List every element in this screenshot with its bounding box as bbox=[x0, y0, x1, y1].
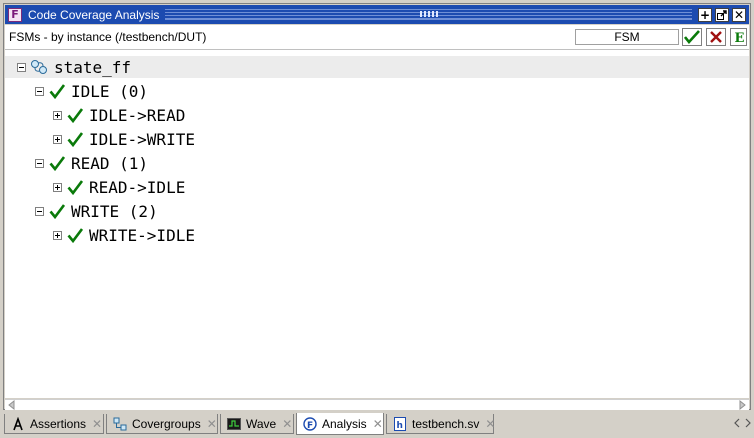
expand-icon[interactable] bbox=[53, 230, 62, 240]
tab-label: Covergroups bbox=[132, 416, 201, 431]
window-title: Code Coverage Analysis bbox=[28, 7, 160, 22]
fsm-state-row[interactable]: IDLE (0) bbox=[35, 80, 148, 102]
fsm-transition-row[interactable]: IDLE->WRITE bbox=[53, 128, 195, 150]
title-bar[interactable]: F Code Coverage Analysis + ✕ bbox=[5, 5, 749, 24]
covered-check-icon bbox=[67, 228, 83, 243]
e-icon: E bbox=[734, 31, 744, 44]
fsm-state-row[interactable]: READ (1) bbox=[35, 152, 148, 174]
covergroups-icon bbox=[113, 417, 127, 430]
collapse-icon[interactable] bbox=[35, 206, 44, 216]
tab-assertions[interactable]: Assertions ✕ bbox=[4, 414, 104, 434]
show-covered-button[interactable] bbox=[682, 28, 702, 46]
fsm-transition-row-label: IDLE->READ bbox=[89, 105, 186, 125]
fsm-transition-row-label: READ->IDLE bbox=[89, 177, 186, 197]
undock-button[interactable] bbox=[715, 7, 729, 22]
covered-check-icon bbox=[49, 204, 65, 219]
expand-icon[interactable] bbox=[53, 182, 62, 192]
svg-text:E: E bbox=[734, 31, 744, 44]
tab-testbench-sv[interactable]: h testbench.sv ✕ bbox=[386, 414, 495, 434]
close-pane-button[interactable]: ✕ bbox=[732, 7, 746, 22]
tab-label: Wave bbox=[246, 416, 277, 431]
tab-label: testbench.sv bbox=[412, 416, 480, 431]
wave-icon bbox=[227, 417, 241, 430]
collapse-icon[interactable] bbox=[35, 158, 44, 168]
svg-text:h: h bbox=[397, 421, 403, 431]
show-missed-button[interactable] bbox=[706, 28, 726, 46]
fsm-state-row[interactable]: WRITE (2) bbox=[35, 200, 158, 222]
check-icon bbox=[684, 30, 700, 44]
close-tab-icon[interactable]: ✕ bbox=[485, 417, 495, 431]
drag-grip[interactable] bbox=[165, 9, 692, 20]
scroll-right-icon[interactable] bbox=[737, 400, 747, 410]
fsm-transition-row[interactable]: IDLE->READ bbox=[53, 104, 185, 126]
x-icon bbox=[710, 31, 722, 43]
fsm-transition-row[interactable]: WRITE->IDLE bbox=[53, 224, 195, 246]
close-tab-icon[interactable]: ✕ bbox=[92, 417, 102, 431]
expand-icon[interactable] bbox=[53, 110, 62, 120]
assertions-icon bbox=[13, 416, 23, 430]
fsm-state-row-label: IDLE (0) bbox=[71, 81, 149, 101]
analysis-app-icon: F bbox=[8, 7, 22, 22]
scope-label: FSMs - by instance (/testbench/DUT) bbox=[9, 30, 207, 44]
analysis-toolbar: FSMs - by instance (/testbench/DUT) FSM … bbox=[5, 25, 749, 50]
source-file-icon: h bbox=[394, 416, 406, 431]
tab-scroll-left-icon[interactable] bbox=[734, 418, 741, 428]
fsm-transition-row-label: WRITE->IDLE bbox=[89, 225, 195, 245]
fsm-root-state-ff-label: state_ff bbox=[54, 57, 132, 77]
fsm-tree: state_ff IDLE (0) IDLE->READ IDLE->WRITE REA… bbox=[5, 50, 749, 398]
fsm-icon bbox=[31, 60, 47, 74]
show-excluded-button[interactable]: E bbox=[730, 28, 747, 46]
covered-check-icon bbox=[67, 108, 83, 123]
fsm-state-row-label: WRITE (2) bbox=[71, 201, 158, 221]
horizontal-scrollbar[interactable] bbox=[5, 399, 749, 410]
covered-check-icon bbox=[67, 132, 83, 147]
fsm-root-state-ff[interactable]: state_ff bbox=[5, 56, 749, 78]
covered-check-icon bbox=[49, 84, 65, 99]
tab-label: Analysis bbox=[322, 416, 367, 431]
fsm-transition-row[interactable]: READ->IDLE bbox=[53, 176, 185, 198]
close-tab-icon[interactable]: ✕ bbox=[207, 417, 217, 431]
collapse-icon[interactable] bbox=[17, 62, 26, 72]
covered-check-icon bbox=[67, 180, 83, 195]
svg-text:F: F bbox=[307, 421, 313, 431]
undock-icon bbox=[717, 9, 727, 20]
code-coverage-window: F Code Coverage Analysis + ✕ FSMs - by i… bbox=[3, 3, 751, 410]
tab-scroll-right-icon[interactable] bbox=[744, 418, 751, 428]
bottom-tab-bar: Assertions ✕ Covergroups ✕ Wave ✕ F Analysis ✕ h t… bbox=[0, 412, 754, 438]
tab-covergroups[interactable]: Covergroups ✕ bbox=[106, 414, 218, 434]
fsm-state-row-label: READ (1) bbox=[71, 153, 149, 173]
add-pane-button[interactable]: + bbox=[698, 7, 712, 22]
tab-wave[interactable]: Wave ✕ bbox=[220, 414, 294, 434]
scroll-left-icon[interactable] bbox=[7, 400, 17, 410]
tab-analysis[interactable]: F Analysis ✕ bbox=[296, 413, 384, 435]
collapse-icon[interactable] bbox=[35, 86, 44, 96]
expand-icon[interactable] bbox=[53, 134, 62, 144]
close-tab-icon[interactable]: ✕ bbox=[373, 417, 383, 431]
filter-field[interactable]: FSM bbox=[575, 29, 679, 45]
fsm-transition-row-label: IDLE->WRITE bbox=[89, 129, 195, 149]
close-tab-icon[interactable]: ✕ bbox=[282, 417, 292, 431]
tab-label: Assertions bbox=[30, 416, 87, 431]
covered-check-icon bbox=[49, 156, 65, 171]
analysis-icon: F bbox=[303, 416, 317, 431]
